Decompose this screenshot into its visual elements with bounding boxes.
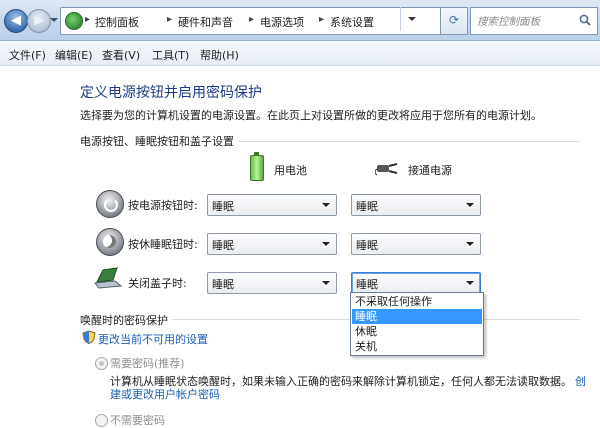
sleep-button-label: 按休睡眠钮时: [128,238,198,251]
change-unavailable-settings-link[interactable]: 更改当前不可用的设置 [98,331,208,347]
select-value: 睡眠 [356,278,378,291]
no-password-label: 不需要密码 [110,414,165,427]
chevron-right-icon[interactable]: ▸ [85,14,90,25]
sleep-button-moon-icon [96,228,124,256]
select-value: 睡眠 [356,239,378,252]
control-panel-icon [65,12,83,30]
breadcrumb-control-panel[interactable]: 控制面板 [95,14,139,30]
laptop-lid-icon [94,267,123,289]
page-title: 定义电源按钮并启用密码保护 [80,85,262,101]
chevron-right-icon[interactable]: ▸ [249,14,254,25]
sleep-button-battery-select[interactable]: 睡眠 [207,233,337,255]
battery-column-header: 用电池 [274,164,307,177]
select-value: 睡眠 [356,200,378,213]
option-do-nothing[interactable]: 不采取任何操作 [352,294,482,309]
power-button-plugged-select[interactable]: 睡眠 [351,194,481,216]
forward-button[interactable]: ▶ [27,9,51,33]
plug-icon [375,163,398,176]
select-value: 睡眠 [212,278,234,291]
battery-icon [250,152,264,181]
chevron-down-icon [466,242,474,246]
select-value: 睡眠 [212,200,234,213]
search-input[interactable]: 搜索控制面板 [477,14,540,29]
chevron-down-icon [466,203,474,207]
create-password-link[interactable]: 建或更改用户帐户密码 [110,386,220,402]
address-bar[interactable]: ▸ 控制面板 ▸ 硬件和声音 ▸ 电源选项 ▸ 系统设置 [60,7,442,35]
search-box[interactable]: 搜索控制面板 [470,7,598,35]
option-sleep[interactable]: 睡眠 [352,309,482,324]
plugged-column-header: 接通电源 [408,164,452,177]
require-password-label: 需要密码(推荐) [110,357,185,370]
chevron-down-icon [322,281,330,285]
lid-close-battery-select[interactable]: 睡眠 [207,272,337,294]
menu-tools[interactable]: 工具(T) [152,47,189,63]
chevron-down-icon [322,242,330,246]
menu-view[interactable]: 查看(V) [102,47,140,63]
chevron-down-icon [322,203,330,207]
require-password-radio[interactable] [95,357,108,370]
password-section-title: 唤醒时的密码保护 [80,312,172,328]
lid-close-plugged-select[interactable]: 睡眠 [351,272,481,294]
power-button-icon [96,190,124,218]
page-description: 选择要为您的计算机设置的电源设置。在此页上对设置所做的更改将应用于您所有的电源计… [80,109,542,122]
recent-pages-chevron-down-icon[interactable] [50,18,58,22]
refresh-icon[interactable]: ⟳ [440,7,468,35]
option-shut-down[interactable]: 关机 [352,339,482,354]
lid-close-plugged-dropdown-list[interactable]: 不采取任何操作 睡眠 休眠 关机 [350,292,484,356]
menu-edit[interactable]: 编辑(E) [55,47,93,63]
breadcrumb-power-options[interactable]: 电源选项 [260,14,304,30]
chevron-right-icon[interactable]: ▸ [167,14,172,25]
search-icon[interactable] [579,14,591,26]
no-password-radio[interactable] [95,414,108,427]
option-hibernate[interactable]: 休眠 [352,324,482,339]
chevron-down-icon [466,281,474,285]
buttons-section-title: 电源按钮、睡眠按钮和盖子设置 [80,133,238,149]
breadcrumb-system-settings[interactable]: 系统设置 [330,14,374,30]
create-password-link-part1[interactable]: 创 [575,373,586,389]
uac-shield-icon [82,330,96,344]
chevron-right-icon[interactable]: ▸ [319,14,324,25]
lid-close-label: 关闭盖子时: [128,277,187,290]
select-value: 睡眠 [212,239,234,252]
breadcrumb-hardware-sound[interactable]: 硬件和声音 [178,14,233,30]
address-history-dropdown[interactable] [400,7,423,31]
menu-help[interactable]: 帮助(H) [200,47,239,63]
back-button[interactable]: ◀ [4,9,28,33]
sleep-button-plugged-select[interactable]: 睡眠 [351,233,481,255]
power-button-battery-select[interactable]: 睡眠 [207,194,337,216]
menu-file[interactable]: 文件(F) [9,47,46,63]
power-button-label: 按电源按钮时: [128,199,198,212]
